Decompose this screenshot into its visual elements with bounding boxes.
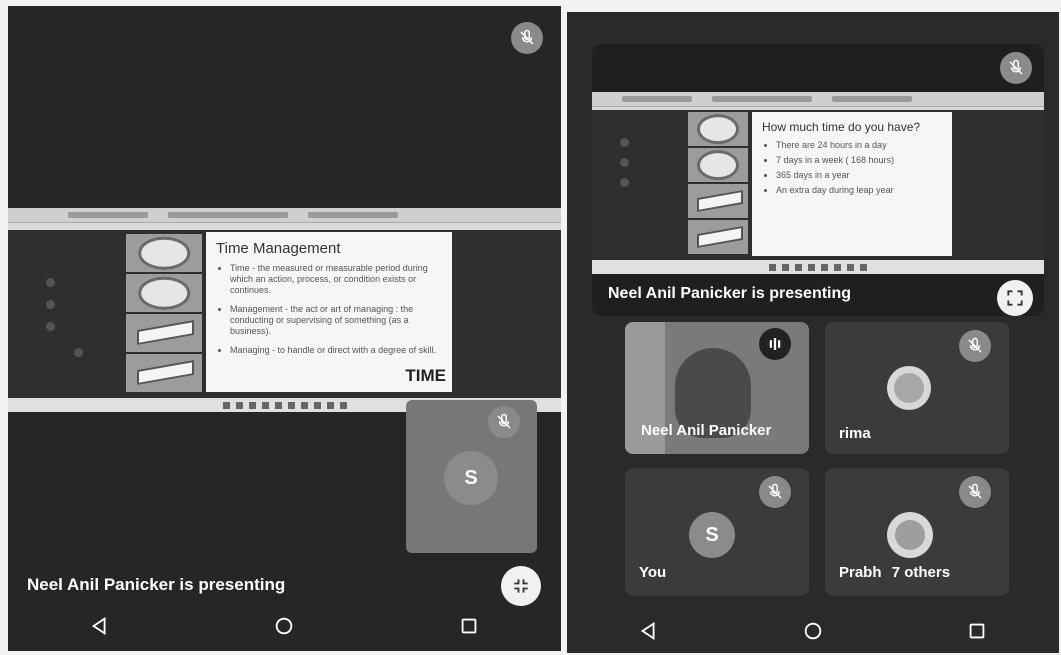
time-logo: TIME: [405, 366, 446, 385]
shared-screen: Time Management Time - the measured or m…: [8, 208, 561, 412]
browser-bar: [592, 92, 1044, 107]
participant-tile-rima[interactable]: rima: [825, 322, 1009, 454]
nav-home-icon[interactable]: [802, 620, 824, 642]
browser-bar: [8, 208, 561, 223]
android-nav-bar: [8, 601, 561, 651]
nav-recent-apps-icon[interactable]: [966, 620, 988, 642]
slide-line: 365 days in a year: [776, 170, 942, 181]
slide-line: 7 days in a week ( 168 hours): [776, 155, 942, 166]
mic-off-icon[interactable]: [959, 330, 991, 362]
nav-home-icon[interactable]: [273, 615, 295, 637]
participant-name: Neel Anil Panicker: [641, 422, 772, 439]
mic-off-icon[interactable]: [488, 406, 520, 438]
others-count: 7 others: [891, 564, 951, 581]
self-preview-tile[interactable]: S: [406, 400, 537, 553]
presentation-tile[interactable]: How much time do you have? There are 24 …: [592, 44, 1044, 316]
slide-bullet: Time - the measured or measurable period…: [230, 263, 442, 296]
mic-off-icon[interactable]: [1000, 52, 1032, 84]
presentation-window: How much time do you have? There are 24 …: [592, 110, 1044, 260]
mic-off-icon[interactable]: [511, 22, 543, 54]
participant-tile-others[interactable]: Prabh 7 others: [825, 468, 1009, 596]
slide-title: How much time do you have?: [762, 120, 921, 134]
participant-tile-presenter[interactable]: Neel Anil Panicker: [625, 322, 809, 454]
slide-thumbnails: [688, 112, 748, 254]
participant-name: You: [639, 564, 667, 581]
slide-line: There are 24 hours in a day: [776, 140, 942, 151]
slide-bullet: Managing - to handle or direct with a de…: [230, 345, 442, 356]
slide-content: How much time do you have? There are 24 …: [752, 112, 952, 256]
avatar: [887, 366, 931, 410]
android-nav-bar: [567, 609, 1059, 653]
participant-name-prefix: Prabh: [839, 564, 882, 581]
avatar: [887, 512, 933, 558]
slide-title: Time Management: [216, 240, 341, 257]
exit-fullscreen-icon[interactable]: [501, 566, 541, 606]
presenting-label: Neel Anil Panicker is presenting: [608, 285, 852, 302]
mic-off-icon[interactable]: [959, 476, 991, 508]
shared-screen: How much time do you have? There are 24 …: [592, 92, 1044, 274]
participant-name: rima: [839, 425, 871, 442]
slide-bullet: Management - the act or art of managing …: [230, 304, 442, 337]
participant-tile-you[interactable]: S You: [625, 468, 809, 596]
nav-back-icon[interactable]: [89, 615, 111, 637]
nav-recent-apps-icon[interactable]: [458, 615, 480, 637]
slide-line: An extra day during leap year: [776, 185, 942, 196]
right-phone-screen: How much time do you have? There are 24 …: [567, 12, 1059, 653]
avatar: S: [689, 512, 735, 558]
slide-thumbnails: [126, 234, 202, 392]
left-phone-screen: Time Management Time - the measured or m…: [8, 6, 561, 651]
taskbar: [592, 260, 1044, 274]
avatar: S: [444, 451, 498, 505]
mic-off-icon[interactable]: [759, 476, 791, 508]
slide-content: Time Management Time - the measured or m…: [206, 232, 452, 392]
presenting-label: Neel Anil Panicker is presenting: [27, 575, 286, 594]
participant-name-partial: Prabh 7 others: [839, 564, 950, 581]
nav-back-icon[interactable]: [638, 620, 660, 642]
presentation-window: Time Management Time - the measured or m…: [8, 230, 561, 398]
fullscreen-icon[interactable]: [997, 280, 1033, 316]
speaking-indicator-icon: [759, 328, 791, 360]
